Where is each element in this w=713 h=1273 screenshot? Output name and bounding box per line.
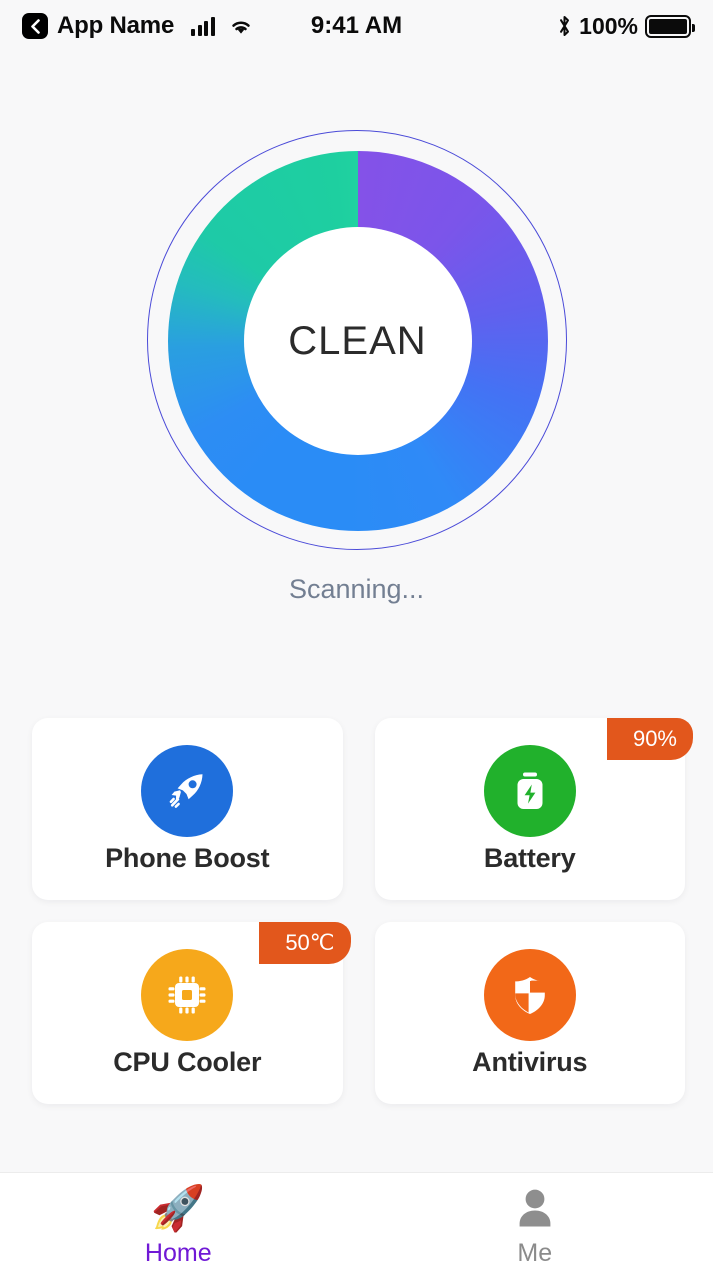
person-icon [511,1183,559,1235]
scan-ring-outline: CLEAN [146,130,567,550]
cpu-badge: 50℃ [259,922,351,964]
status-bar: App Name 9:41 AM 100% [0,0,713,52]
status-bar-right: 100% [557,12,695,40]
chevron-left-icon [30,18,40,34]
cpu-icon-circle [141,948,234,1041]
antivirus-icon-circle [483,948,576,1041]
tab-label-home: Home [144,1238,212,1267]
cpu-chip-icon [168,976,206,1013]
battery-bolt-icon [517,772,543,809]
cellular-signal-icon [191,16,215,36]
status-bar-left: App Name [22,12,253,40]
tab-me[interactable]: Me [357,1173,713,1273]
feature-grid: Phone Boost 90% Battery 50℃ CPU Cooler A… [32,718,693,1104]
feature-card-battery[interactable]: 90% Battery [374,718,693,900]
scan-section: CLEAN Scanning... [0,130,713,605]
wifi-icon [229,17,253,36]
app-screen: App Name 9:41 AM 100% CLEAN Scanning... … [0,0,713,1273]
clock-label: 9:41 AM [310,12,403,39]
phone-boost-icon-circle [141,744,234,837]
feature-label-cpu-cooler: CPU Cooler [113,1046,262,1077]
feature-label-battery: Battery [483,842,576,873]
bluetooth-icon [560,16,570,36]
feature-label-phone-boost: Phone Boost [105,842,270,873]
battery-badge: 90% [606,718,693,760]
battery-icon-circle [483,744,576,837]
feature-card-cpu-cooler[interactable]: 50℃ CPU Cooler [32,922,351,1104]
tab-home[interactable]: 🚀 Home [0,1173,357,1273]
scan-donut-center: CLEAN [243,227,472,455]
tab-label-me: Me [517,1238,553,1267]
battery-full-icon [645,14,695,38]
scan-progress-label: Scanning... [288,574,425,604]
feature-card-phone-boost[interactable]: Phone Boost [32,718,343,900]
feature-label-antivirus: Antivirus [472,1046,588,1077]
bottom-tab-bar: 🚀 Home Me [0,1172,713,1273]
app-name-label: App Name [57,12,175,39]
rocket-icon [169,773,203,808]
shield-icon [514,976,546,1014]
rocket-emoji-icon: 🚀 [150,1183,206,1233]
scan-status-title: CLEAN [288,318,427,363]
feature-card-antivirus[interactable]: Antivirus [374,922,685,1104]
back-button[interactable] [22,13,48,39]
scan-donut-chart[interactable]: CLEAN [167,151,548,531]
battery-percent-label: 100% [579,12,638,39]
